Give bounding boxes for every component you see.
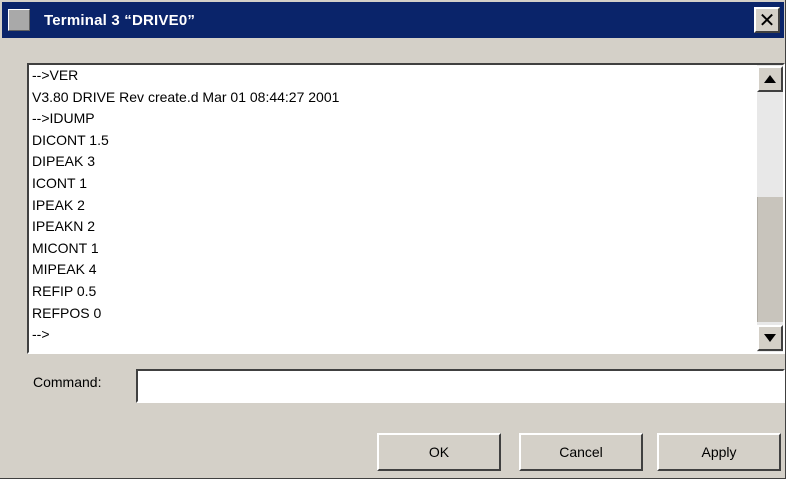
window-title: Terminal 3 “DRIVE0” bbox=[44, 11, 196, 29]
apply-button[interactable]: Apply bbox=[657, 433, 781, 471]
close-icon: ✕ bbox=[758, 9, 776, 32]
terminal-output[interactable]: -->VER V3.80 DRIVE Rev create.d Mar 01 0… bbox=[27, 63, 785, 354]
output-line: -->IDUMP bbox=[32, 110, 95, 127]
scroll-down-button[interactable] bbox=[757, 325, 783, 351]
output-line: MIPEAK 4 bbox=[32, 261, 97, 278]
title-bar[interactable]: Terminal 3 “DRIVE0” ✕ bbox=[2, 2, 784, 38]
cancel-button[interactable]: Cancel bbox=[519, 433, 643, 471]
output-line: REFPOS 0 bbox=[32, 304, 102, 321]
arrow-down-icon bbox=[764, 334, 776, 342]
output-line: REFIP 0.5 bbox=[32, 282, 97, 299]
ok-button[interactable]: OK bbox=[377, 433, 501, 471]
output-line: MICONT 1 bbox=[32, 239, 99, 256]
arrow-up-icon bbox=[764, 75, 776, 83]
output-line: IPEAKN 2 bbox=[32, 218, 96, 235]
vertical-scrollbar[interactable] bbox=[757, 65, 783, 352]
command-input[interactable] bbox=[136, 369, 785, 403]
close-button[interactable]: ✕ bbox=[754, 7, 780, 33]
window-icon[interactable] bbox=[8, 9, 30, 31]
scroll-thumb[interactable] bbox=[757, 197, 783, 322]
output-lines: -->VER V3.80 DRIVE Rev create.d Mar 01 0… bbox=[32, 65, 339, 346]
output-line: -->VER bbox=[32, 67, 79, 83]
output-line: V3.80 DRIVE Rev create.d Mar 01 08:44:27… bbox=[32, 88, 340, 105]
output-line: ICONT 1 bbox=[32, 174, 87, 191]
scroll-up-button[interactable] bbox=[757, 66, 783, 92]
output-line: DIPEAK 3 bbox=[32, 153, 96, 170]
terminal-dialog: Terminal 3 “DRIVE0” ✕ -->VER V3.80 DRIVE… bbox=[0, 0, 786, 479]
output-line: DICONT 1.5 bbox=[32, 131, 109, 148]
output-line: IPEAK 2 bbox=[32, 196, 85, 213]
command-label: Command: bbox=[33, 374, 102, 390]
output-line: --> bbox=[32, 326, 50, 343]
